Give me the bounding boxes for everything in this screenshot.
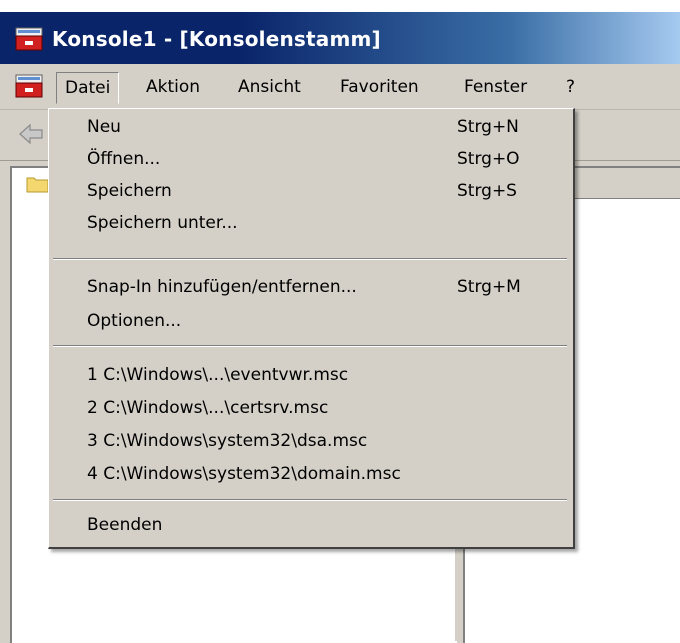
menu-fenster[interactable]: Fenster <box>456 72 535 102</box>
menu-help[interactable]: ? <box>558 72 583 102</box>
title-bar[interactable]: Konsole1 - [Konsolenstamm] <box>0 12 680 64</box>
menu-item-label: Speichern unter... <box>87 213 238 233</box>
menu-item-label: 1 C:\Windows\...\eventvwr.msc <box>87 365 349 385</box>
menu-item-label: Öffnen... <box>87 149 161 169</box>
menu-item-shortcut: Strg+M <box>457 277 521 297</box>
menu-item-snapin[interactable]: Snap-In hinzufügen/entfernen... Strg+M <box>49 271 573 303</box>
menu-item-label: Snap-In hinzufügen/entfernen... <box>87 277 357 297</box>
top-edge <box>0 0 680 12</box>
mmc-toolbox-icon <box>14 26 44 57</box>
menu-item-label: 2 C:\Windows\...\certsrv.msc <box>87 398 329 418</box>
datei-menu-dropdown: Neu Strg+N Öffnen... Strg+O Speichern St… <box>48 108 575 549</box>
menu-item-label: 4 C:\Windows\system32\domain.msc <box>87 464 401 484</box>
console-menu-icon[interactable] <box>14 73 44 104</box>
menu-item-label: Beenden <box>87 515 163 535</box>
menu-aktion[interactable]: Aktion <box>138 72 208 102</box>
menu-item-shortcut: Strg+S <box>457 181 517 201</box>
menu-item-label: 3 C:\Windows\system32\dsa.msc <box>87 431 368 451</box>
menu-favoriten[interactable]: Favoriten <box>332 72 427 102</box>
back-arrow-icon[interactable] <box>18 123 44 150</box>
menu-item-oeffnen[interactable]: Öffnen... Strg+O <box>49 143 573 175</box>
menu-bar: Datei Aktion Ansicht Favoriten Fenster ? <box>0 64 680 110</box>
menu-item-beenden[interactable]: Beenden <box>49 509 573 541</box>
menu-item-neu[interactable]: Neu Strg+N <box>49 111 573 143</box>
menu-item-recent-2[interactable]: 2 C:\Windows\...\certsrv.msc <box>49 392 573 424</box>
menu-datei[interactable]: Datei <box>56 72 120 104</box>
menu-item-recent-3[interactable]: 3 C:\Windows\system32\dsa.msc <box>49 425 573 457</box>
window-title: Konsole1 - [Konsolenstamm] <box>52 27 381 51</box>
menu-separator <box>53 345 567 347</box>
menu-item-shortcut: Strg+N <box>457 117 519 137</box>
menu-item-label: Optionen... <box>87 311 182 331</box>
menu-item-speichern[interactable]: Speichern Strg+S <box>49 175 573 207</box>
menu-separator <box>53 258 567 260</box>
menu-item-label: Neu <box>87 117 121 137</box>
menu-ansicht[interactable]: Ansicht <box>230 72 309 102</box>
menu-item-shortcut: Strg+O <box>457 149 520 169</box>
menu-item-recent-1[interactable]: 1 C:\Windows\...\eventvwr.msc <box>49 359 573 391</box>
menu-item-optionen[interactable]: Optionen... <box>49 305 573 337</box>
menu-item-recent-4[interactable]: 4 C:\Windows\system32\domain.msc <box>49 458 573 490</box>
folder-icon <box>26 174 50 199</box>
menu-item-speichern-unter[interactable]: Speichern unter... <box>49 207 573 239</box>
menu-item-label: Speichern <box>87 181 172 201</box>
menu-separator <box>53 499 567 501</box>
